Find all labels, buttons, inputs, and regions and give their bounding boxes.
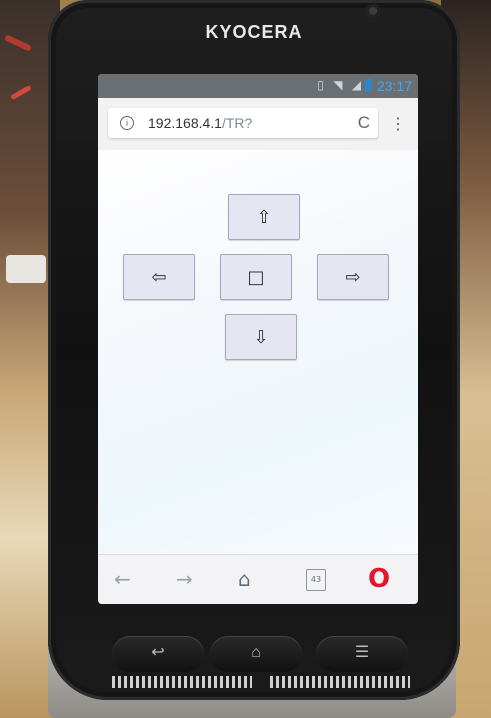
status-icons: ▯ ◥ ◢ xyxy=(317,78,364,92)
home-icon[interactable]: ⌂ xyxy=(238,567,251,591)
up-button[interactable]: ⇧ xyxy=(228,194,300,240)
url-host: 192.168.4.1 xyxy=(148,115,222,131)
status-time: 23:17 xyxy=(376,78,412,94)
url-text[interactable]: 192.168.4.1/TR? xyxy=(148,115,252,131)
right-button[interactable]: ⇨ xyxy=(317,254,389,300)
speaker-grille xyxy=(270,676,410,688)
phone-screen: ▯ ◥ ◢ 23:17 i 192.168.4.1/TR? C ⋮ ⇧ ⇦ □ … xyxy=(98,74,418,604)
brand-logo: KYOCERA xyxy=(205,22,303,42)
tabs-icon[interactable]: 43 xyxy=(306,569,326,591)
browser-url-bar: i 192.168.4.1/TR? C ⋮ xyxy=(98,98,418,150)
speaker-grille xyxy=(112,676,252,688)
hardware-back-button[interactable]: ↩ xyxy=(112,636,204,672)
hardware-home-button[interactable]: ⌂ xyxy=(210,636,302,672)
opera-icon[interactable]: O xyxy=(368,564,390,594)
background-object xyxy=(6,255,46,283)
down-button[interactable]: ⇩ xyxy=(225,314,297,360)
reload-icon[interactable]: C xyxy=(358,113,370,133)
camera-icon xyxy=(366,4,380,18)
status-bar: ▯ ◥ ◢ 23:17 xyxy=(98,74,418,98)
back-icon[interactable]: ← xyxy=(114,567,131,591)
url-path: /TR? xyxy=(221,115,253,131)
address-field[interactable]: i 192.168.4.1/TR? C xyxy=(108,108,378,138)
battery-icon xyxy=(365,79,372,92)
info-icon[interactable]: i xyxy=(120,116,134,130)
browser-toolbar: ← → ⌂ 43 O xyxy=(98,554,418,604)
menu-icon[interactable]: ⋮ xyxy=(390,114,406,134)
page-content: ⇧ ⇦ □ ⇨ ⇩ xyxy=(98,150,418,554)
forward-icon[interactable]: → xyxy=(176,567,193,591)
left-button[interactable]: ⇦ xyxy=(123,254,195,300)
hardware-menu-button[interactable]: ☰ xyxy=(316,636,408,672)
stop-button[interactable]: □ xyxy=(220,254,292,300)
